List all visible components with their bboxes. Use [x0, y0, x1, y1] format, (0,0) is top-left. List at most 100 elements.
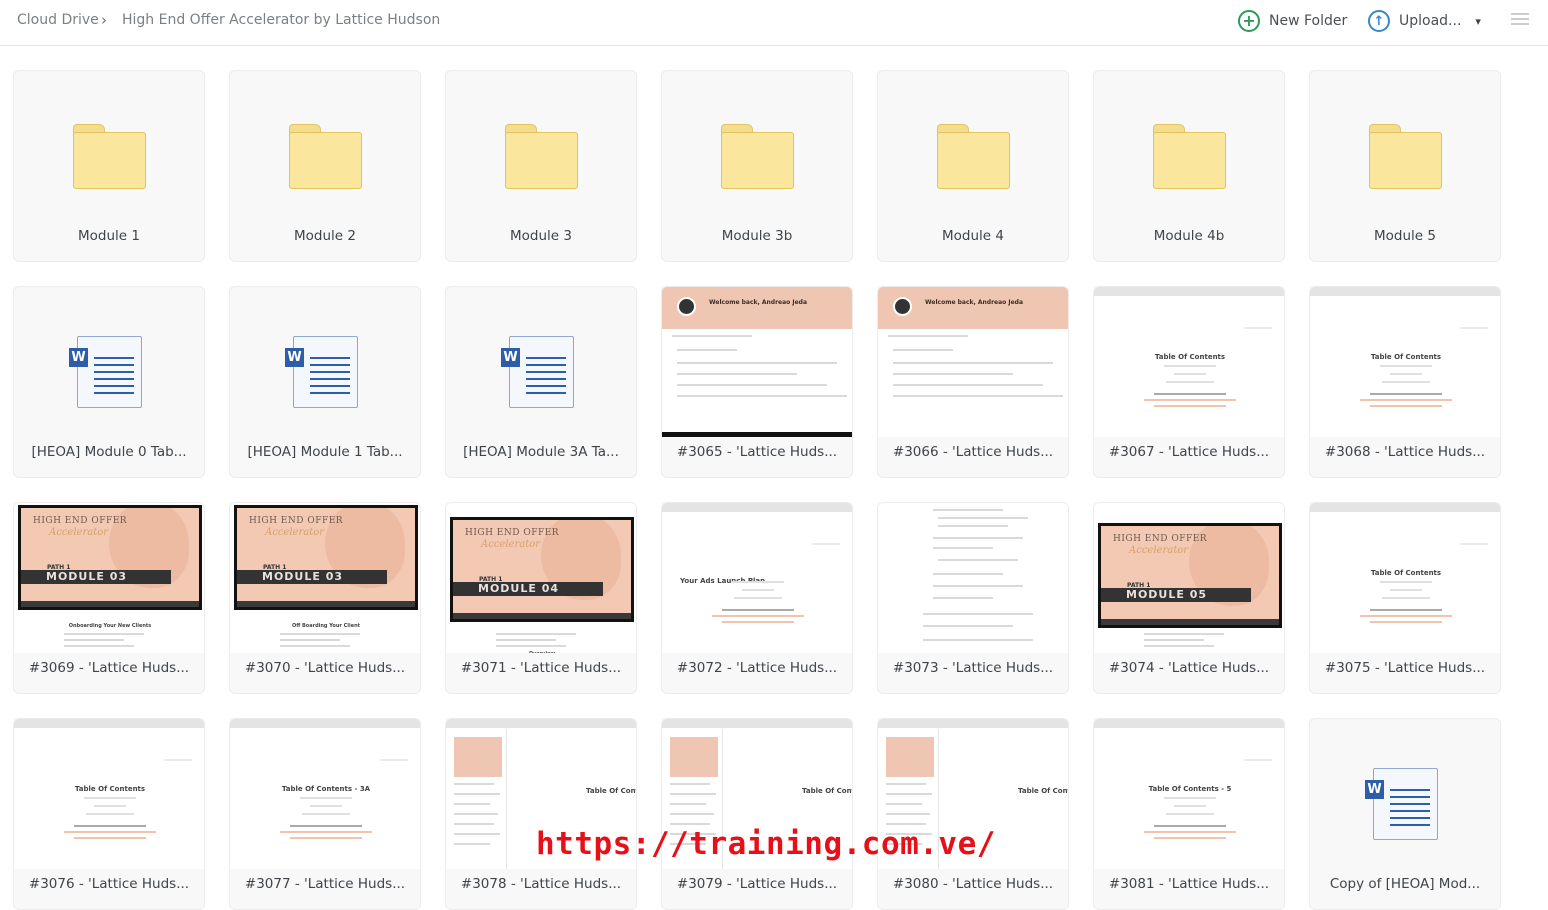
sidebar-panel: [886, 737, 934, 777]
plus-circle-icon: +: [1238, 10, 1260, 32]
file-name: #3075 - 'Lattice Huds...: [1324, 660, 1486, 676]
new-folder-label: New Folder: [1269, 13, 1348, 29]
file-name: [HEOA] Module 0 Tab...: [31, 444, 187, 460]
file-name: Module 1: [78, 228, 140, 244]
thumbnail-preview: Your Ads Launch Plan: [662, 503, 852, 653]
file-card[interactable]: W [HEOA] Module 3A Ta...: [445, 286, 637, 478]
folder-icon: [289, 124, 362, 189]
file-name: #3081 - 'Lattice Huds...: [1108, 876, 1270, 892]
file-card[interactable]: Table Of Contents #3068 - 'Lattice Huds..…: [1309, 286, 1501, 478]
file-name: #3065 - 'Lattice Huds...: [676, 444, 838, 460]
new-folder-button[interactable]: + New Folder: [1238, 8, 1347, 34]
thumbnail-title: Table Of Contents: [1370, 569, 1442, 577]
file-card[interactable]: Module 1: [13, 70, 205, 262]
thumbnail-title: Table Of Cont: [802, 787, 853, 795]
thumbnail-title: Table Of Contents: [74, 785, 146, 793]
thumbnail-title: Table Of Contents - 5: [1148, 785, 1232, 793]
file-card[interactable]: Welcome back, Andreao Jeda #3066 - 'Latti…: [877, 286, 1069, 478]
file-card[interactable]: Table Of Contents #3067 - 'Lattice Huds..…: [1093, 286, 1285, 478]
file-name: [HEOA] Module 1 Tab...: [247, 444, 403, 460]
video-module-title: MODULE 03: [21, 570, 171, 584]
file-card[interactable]: Your Ads Launch Plan #3072 - 'Lattice Hud…: [661, 502, 853, 694]
file-card[interactable]: Table Of Cont #3079 - 'Lattice Huds...: [661, 718, 853, 910]
divider: [506, 729, 507, 869]
avatar: [893, 297, 912, 316]
file-card[interactable]: HIGH END OFFER Accelerator PATH 1 MODULE 05…: [1093, 502, 1285, 694]
welcome-banner: Welcome back, Andreao Jeda: [662, 287, 852, 329]
file-card[interactable]: Table Of Cont #3080 - 'Lattice Huds...: [877, 718, 1069, 910]
thumbnail-title: Table Of Cont: [586, 787, 637, 795]
file-name: #3079 - 'Lattice Huds...: [676, 876, 838, 892]
file-card[interactable]: W [HEOA] Module 1 Tab...: [229, 286, 421, 478]
browser-bar: [1310, 287, 1500, 296]
file-card[interactable]: Module 3b: [661, 70, 853, 262]
browser-bar: [662, 503, 852, 512]
file-name: #3070 - 'Lattice Huds...: [244, 660, 406, 676]
word-document-icon: W: [1365, 768, 1438, 840]
file-name: Module 3b: [721, 228, 793, 244]
video-module-title: MODULE 05: [1101, 588, 1251, 602]
video-player-thumbnail: HIGH END OFFER Accelerator PATH 1 MODULE 03: [18, 505, 202, 610]
folder-icon: [505, 124, 578, 189]
file-name: Module 2: [294, 228, 356, 244]
video-player-thumbnail: HIGH END OFFER Accelerator PATH 1 MODULE 03: [234, 505, 418, 610]
file-card[interactable]: HIGH END OFFER Accelerator PATH 1 MODULE 03…: [229, 502, 421, 694]
file-card[interactable]: W [HEOA] Module 0 Tab...: [13, 286, 205, 478]
file-name: #3080 - 'Lattice Huds...: [892, 876, 1054, 892]
file-card[interactable]: Table Of Contents #3076 - 'Lattice Huds..…: [13, 718, 205, 910]
breadcrumb-separator-icon: ›: [101, 11, 107, 29]
file-card[interactable]: Module 4b: [1093, 70, 1285, 262]
file-card[interactable]: #3073 - 'Lattice Huds...: [877, 502, 1069, 694]
file-card[interactable]: HIGH END OFFER Accelerator PATH 1 MODULE 03…: [13, 502, 205, 694]
watermark-url: https://training.com.ve/: [536, 826, 996, 862]
file-name: #3077 - 'Lattice Huds...: [244, 876, 406, 892]
thumbnail-preview: HIGH END OFFER Accelerator PATH 1 MODULE 04…: [446, 503, 636, 653]
file-name: #3072 - 'Lattice Huds...: [676, 660, 838, 676]
thumbnail-preview: Table Of Contents - 5: [1094, 719, 1284, 869]
file-name: Copy of [HEOA] Mod...: [1329, 876, 1481, 892]
thumbnail-title: Table Of Cont: [1018, 787, 1069, 795]
file-card[interactable]: Module 4: [877, 70, 1069, 262]
upload-button[interactable]: ↑ Upload... ▾: [1368, 8, 1481, 34]
welcome-banner: Welcome back, Andreao Jeda: [878, 287, 1068, 329]
thumbnail-preview: Welcome back, Andreao Jeda: [878, 287, 1068, 437]
video-player-thumbnail: HIGH END OFFER Accelerator PATH 1 MODULE 04: [450, 517, 634, 622]
folder-icon: [1153, 124, 1226, 189]
list-view-icon[interactable]: [1511, 13, 1529, 27]
file-card[interactable]: Table Of Contents - 3A #3077 - 'Lattice H…: [229, 718, 421, 910]
file-name: Module 3: [510, 228, 572, 244]
browser-bar: [1094, 719, 1284, 728]
video-module-title: MODULE 03: [237, 570, 387, 584]
breadcrumb-current: High End Offer Accelerator by Lattice Hu…: [122, 12, 441, 28]
word-document-icon: W: [69, 336, 142, 408]
file-card[interactable]: Module 5: [1309, 70, 1501, 262]
file-name: [HEOA] Module 3A Ta...: [463, 444, 619, 460]
file-card[interactable]: HIGH END OFFER Accelerator PATH 1 MODULE 04…: [445, 502, 637, 694]
avatar: [677, 297, 696, 316]
browser-bar: [662, 719, 852, 728]
thumbnail-preview: Table Of Contents - 3A: [230, 719, 420, 869]
file-card[interactable]: W Copy of [HEOA] Mod...: [1309, 718, 1501, 910]
file-card[interactable]: Table Of Contents #3075 - 'Lattice Huds..…: [1309, 502, 1501, 694]
file-card[interactable]: Table Of Contents - 5 #3081 - 'Lattice Hu…: [1093, 718, 1285, 910]
folder-icon: [1369, 124, 1442, 189]
folder-icon: [73, 124, 146, 189]
video-controls: [21, 601, 199, 607]
browser-bar: [230, 719, 420, 728]
file-card[interactable]: Module 2: [229, 70, 421, 262]
browser-bar: [1310, 503, 1500, 512]
file-name: #3073 - 'Lattice Huds...: [892, 660, 1054, 676]
file-name: #3071 - 'Lattice Huds...: [460, 660, 622, 676]
chevron-down-icon[interactable]: ▾: [1475, 15, 1481, 28]
video-headline: HIGH END OFFER: [33, 516, 128, 526]
welcome-title: Welcome back, Andreao Jeda: [709, 299, 808, 306]
breadcrumb-root[interactable]: Cloud Drive: [17, 12, 99, 28]
thumbnail-preview: HIGH END OFFER Accelerator PATH 1 MODULE 03…: [230, 503, 420, 653]
sidebar-panel: [454, 737, 502, 777]
file-card[interactable]: Table Of Cont #3078 - 'Lattice Huds...: [445, 718, 637, 910]
file-card[interactable]: Welcome back, Andreao Jeda #3065 - 'Latti…: [661, 286, 853, 478]
video-caption: Onboarding Your New Clients: [68, 623, 152, 629]
file-card[interactable]: Module 3: [445, 70, 637, 262]
video-controls: [453, 613, 631, 619]
browser-bar: [878, 719, 1068, 728]
